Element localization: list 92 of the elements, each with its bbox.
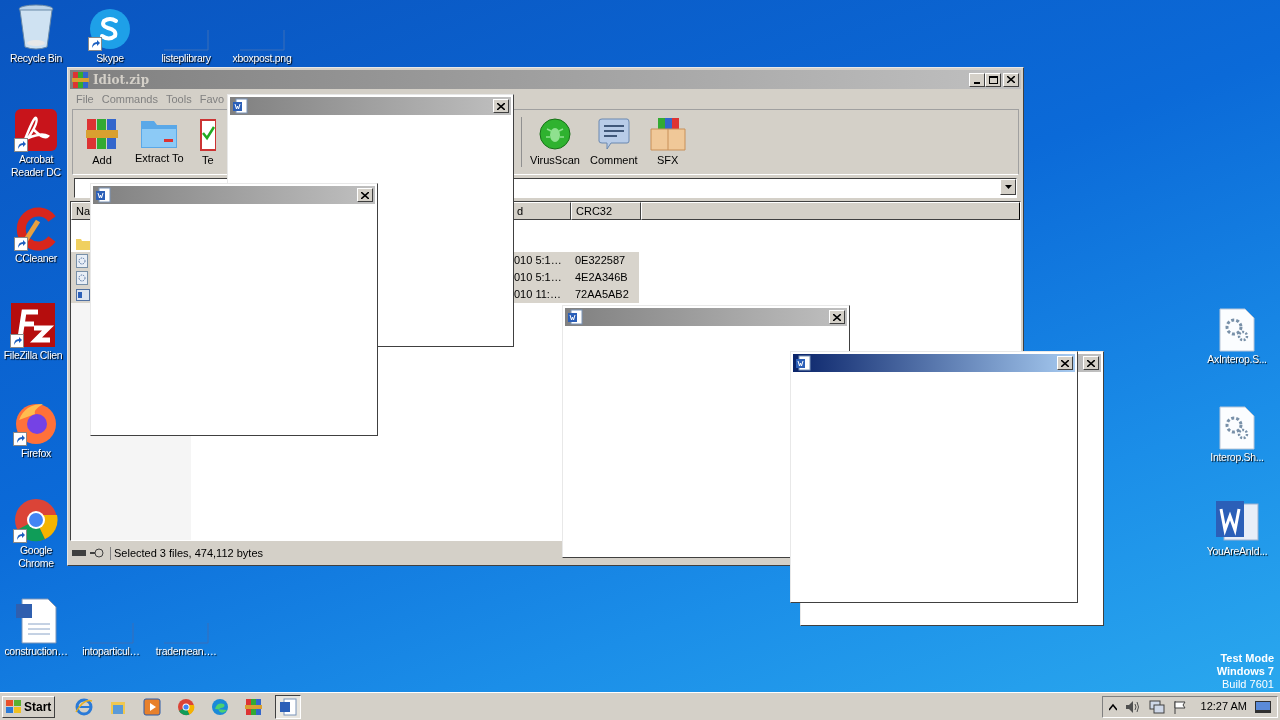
blank-thumbnail-icon xyxy=(239,29,285,51)
crc-cell-text: 4E2A346B xyxy=(574,271,628,284)
toolbar-button[interactable]: VirusScan xyxy=(530,117,580,167)
maximize-button[interactable] xyxy=(985,72,1001,87)
toolbar-button[interactable]: Extract To xyxy=(135,117,184,165)
word-icon xyxy=(1214,500,1260,544)
speaker-icon[interactable] xyxy=(1124,699,1141,714)
column-header[interactable]: CRC32 xyxy=(571,202,641,220)
desktop-icon-label[interactable]: CCleaner xyxy=(15,252,57,265)
desktop-icon-label[interactable]: listeplibrary xyxy=(161,52,211,65)
close-button[interactable] xyxy=(1083,356,1099,370)
crc-cell-text: 72AA5AB2 xyxy=(574,288,629,301)
toolbar-button[interactable]: Te xyxy=(199,117,216,167)
document-icon xyxy=(232,98,248,114)
close-button[interactable] xyxy=(829,310,845,324)
desktop-icon-label[interactable]: FileZilla Clien xyxy=(3,349,63,362)
filezilla-icon xyxy=(10,302,56,348)
blank-thumbnail-icon xyxy=(163,622,209,644)
document-icon xyxy=(95,187,111,203)
flag-icon[interactable] xyxy=(1172,699,1187,714)
dropdown-button[interactable] xyxy=(1000,179,1016,195)
start-button[interactable]: Start xyxy=(2,695,56,718)
minimize-button[interactable] xyxy=(969,72,985,87)
blank-thumbnail-icon xyxy=(163,29,209,51)
edge-icon xyxy=(211,697,230,716)
show-desktop-icon[interactable] xyxy=(1255,700,1271,713)
archive-books-icon xyxy=(72,70,90,89)
toolbar-button[interactable]: SFX xyxy=(647,117,688,167)
desktop-icon-label[interactable]: Skype xyxy=(96,52,124,65)
blank-thumbnail-icon xyxy=(88,622,134,644)
maximize-icon xyxy=(988,75,998,84)
taskbar-button[interactable] xyxy=(275,694,302,719)
close-button[interactable] xyxy=(1057,356,1073,370)
gear-file-icon xyxy=(76,270,88,285)
folder-icon xyxy=(76,237,90,250)
modified-cell-text: 010 11:… xyxy=(514,288,562,301)
gear-document-icon xyxy=(1219,406,1255,450)
clock-text[interactable]: 12:27 AM xyxy=(1200,700,1247,713)
bug-scan-icon xyxy=(537,117,572,151)
drive-key-icon xyxy=(70,547,106,559)
close-icon xyxy=(361,191,369,199)
desktop-icon-label[interactable]: Google Chrome xyxy=(6,544,66,570)
document-icon xyxy=(795,355,811,371)
chrome-icon xyxy=(13,497,59,543)
os-notice-text: Test Mode xyxy=(1220,652,1274,665)
desktop-icon-label[interactable]: Acrobat Reader DC xyxy=(6,153,66,179)
close-icon xyxy=(833,313,841,321)
chrome-icon xyxy=(177,697,196,716)
desktop-icon-label[interactable]: trademean…. xyxy=(155,645,217,658)
modified-cell-text: 010 5:1… xyxy=(514,254,563,267)
desktop-icon-label[interactable]: AxInterop.S... xyxy=(1207,353,1267,366)
gear-document-icon xyxy=(1219,308,1255,352)
close-icon xyxy=(497,102,505,110)
recycle-bin-icon xyxy=(16,3,56,51)
word-document-icon xyxy=(14,598,58,644)
toolbar-button[interactable]: Add xyxy=(85,117,119,167)
close-icon xyxy=(1007,76,1015,83)
archive-books-icon xyxy=(245,697,264,716)
expand-tray-icon[interactable] xyxy=(1108,702,1117,711)
caret-icon xyxy=(1004,185,1012,189)
desktop-icon-label[interactable]: Firefox xyxy=(21,447,51,460)
clipboard-check-icon xyxy=(199,117,216,151)
status-text: Selected 3 files, 474,112 bytes xyxy=(110,546,263,560)
gear-file-icon xyxy=(76,253,88,268)
archive-books-icon xyxy=(85,117,119,151)
internet-explorer-icon xyxy=(75,697,94,716)
network-icon[interactable] xyxy=(1148,699,1165,714)
windows-logo-icon xyxy=(6,699,22,714)
close-icon xyxy=(1087,359,1095,367)
desktop-icon-label[interactable]: Interop.Sh... xyxy=(1210,451,1264,464)
desktop-icon-label[interactable]: Recycle Bin xyxy=(9,52,63,65)
desktop-icon-label[interactable]: construction… xyxy=(4,645,68,658)
close-button[interactable] xyxy=(357,188,373,202)
close-icon xyxy=(1061,359,1069,367)
minimize-icon xyxy=(974,81,980,84)
os-notice-text: Windows 7 xyxy=(1216,665,1274,678)
document-icon xyxy=(567,309,583,325)
acrobat-icon xyxy=(14,108,58,152)
crc-cell-text: 0E322587 xyxy=(574,254,626,267)
os-notice-text: Build 7601 xyxy=(1222,678,1274,691)
close-button[interactable] xyxy=(1003,72,1019,87)
package-box-icon xyxy=(647,117,688,151)
desktop-icon-label[interactable]: intoparticul… xyxy=(82,645,140,658)
ccleaner-icon xyxy=(14,207,58,251)
desktop-icon-label[interactable]: xboxpost.png xyxy=(232,52,292,65)
media-player-icon xyxy=(143,697,162,716)
close-button[interactable] xyxy=(493,99,509,113)
window-title: Idiot.zip xyxy=(93,71,150,89)
comment-icon xyxy=(596,117,631,151)
toolbar-button[interactable]: Comment xyxy=(589,117,638,167)
document-icon xyxy=(279,697,298,716)
modified-cell-text: 010 5:1… xyxy=(514,271,563,284)
